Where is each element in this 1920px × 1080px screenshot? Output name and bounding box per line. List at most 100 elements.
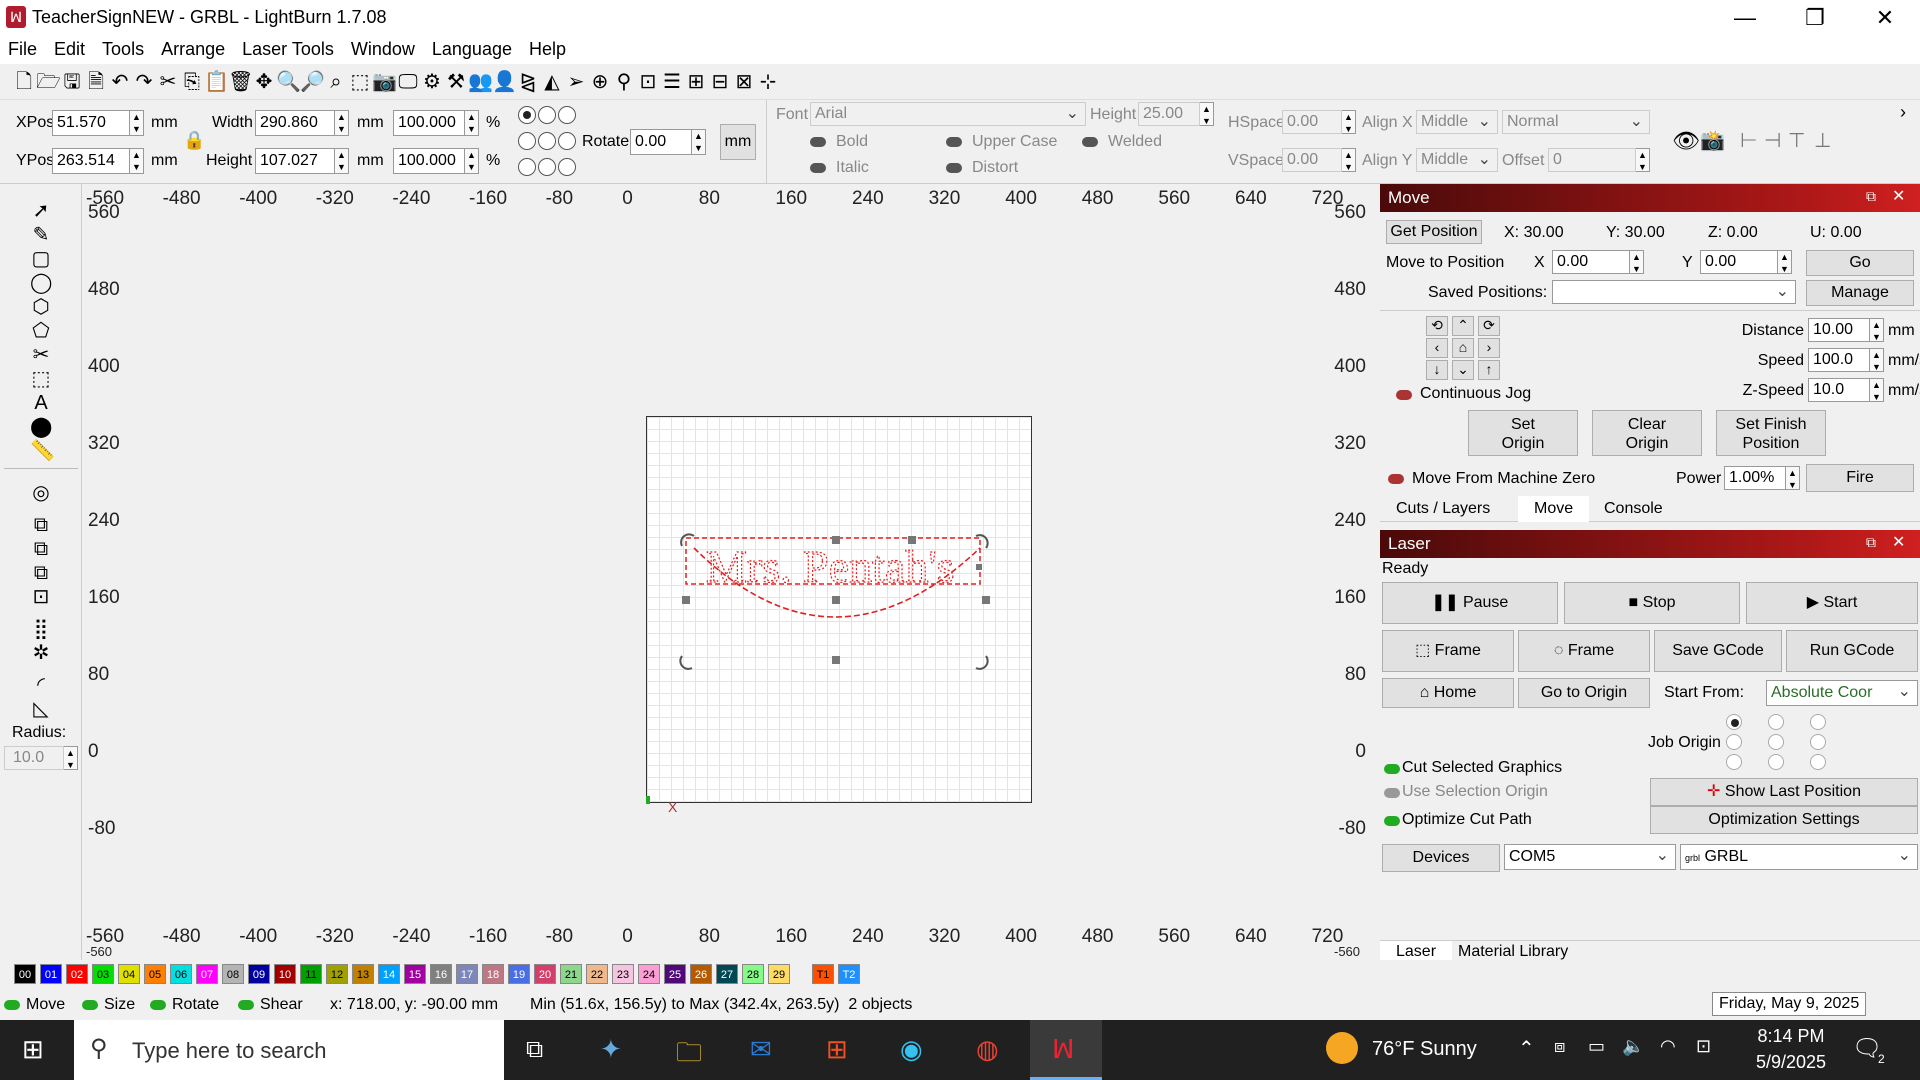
jog-z-up-icon[interactable]: ↑ [1478, 360, 1500, 380]
task-view-icon[interactable]: ⧉ [526, 1036, 543, 1064]
align-middle-icon[interactable]: ⊣ [1764, 128, 1781, 153]
set-finish-position-button[interactable]: Set Finish Position [1716, 410, 1826, 456]
zspeed-spin[interactable]: ▲ ▼ [1870, 378, 1884, 402]
measure-icon[interactable]: ⊡ [636, 68, 660, 96]
radius-spin[interactable]: ▲ ▼ [64, 746, 78, 770]
settings-icon[interactable]: ⚙ [420, 68, 444, 96]
palette-swatch[interactable]: 27 [716, 964, 738, 984]
handle-top-right-mid[interactable] [908, 536, 916, 544]
monitor-icon[interactable]: 🖵 [396, 68, 420, 96]
grid-array-icon[interactable]: ⣿ [30, 618, 52, 640]
shear-mode-toggle[interactable] [238, 1000, 254, 1010]
move-y-spin[interactable]: ▲ ▼ [1778, 250, 1792, 274]
port-select[interactable]: COM5 [1504, 844, 1676, 870]
vspace-spin[interactable]: ▲ ▼ [1342, 148, 1356, 172]
collapse-icon[interactable]: › [1900, 102, 1906, 123]
move-icon[interactable]: ✥ [252, 68, 276, 96]
tray-meet-icon[interactable]: ⧈ [1554, 1036, 1565, 1057]
palette-swatch[interactable]: 29 [768, 964, 790, 984]
hspace-spin[interactable]: ▲ ▼ [1342, 110, 1356, 134]
palette-swatch[interactable]: 16 [430, 964, 452, 984]
palette-swatch[interactable]: 11 [300, 964, 322, 984]
align-y-select[interactable]: Middle [1416, 148, 1498, 172]
save-icon[interactable]: 🖫 [60, 68, 84, 96]
job-origin-radio[interactable] [1810, 734, 1826, 750]
rotate-input[interactable] [630, 129, 692, 155]
jog-z-down-icon[interactable]: ↓ [1426, 360, 1448, 380]
device-select[interactable]: grbl GRBL [1680, 844, 1918, 870]
outlook-icon[interactable]: ✉ [750, 1034, 772, 1065]
hspace-input[interactable]: 0.00 [1282, 110, 1342, 134]
anchor-radio-tc[interactable] [538, 106, 556, 124]
rotate-spin[interactable]: ▲ ▼ [692, 129, 706, 155]
palette-swatch[interactable]: T2 [838, 964, 860, 984]
restore-button[interactable]: ❐ [1780, 2, 1850, 34]
zoom-out-icon[interactable]: 🔎 [300, 68, 325, 96]
zspeed-input[interactable] [1808, 378, 1870, 402]
palette-swatch[interactable]: 17 [456, 964, 478, 984]
weld-icon[interactable]: ⊡ [30, 586, 52, 608]
save-gcode-button[interactable]: Save GCode [1654, 630, 1782, 672]
go-to-origin-button[interactable]: Go to Origin [1518, 678, 1650, 708]
group-icon[interactable]: 👥 [468, 68, 493, 96]
pause-button[interactable]: ❚❚ Pause [1382, 582, 1558, 624]
corner-round-icon[interactable]: ◜ [30, 674, 52, 696]
tray-chevron-icon[interactable]: ⌃ [1518, 1036, 1535, 1061]
palette-swatch[interactable]: 23 [612, 964, 634, 984]
close-panel-icon[interactable]: ✕ [1892, 186, 1905, 206]
radius-input[interactable]: 10.0 [4, 746, 64, 770]
camera-capture-icon[interactable]: 📸 [1700, 128, 1725, 153]
rotate-handle-tl[interactable] [680, 533, 695, 547]
send-icon[interactable]: ➢ [564, 68, 588, 96]
palette-swatch[interactable]: 18 [482, 964, 504, 984]
start-from-select[interactable]: Absolute Coor [1766, 680, 1918, 706]
move-y-input[interactable] [1700, 250, 1778, 274]
power-input[interactable] [1724, 466, 1786, 490]
float-laser-panel-icon[interactable]: ⧉ [1866, 534, 1876, 551]
edit-nodes-icon[interactable]: ⬠ [30, 320, 52, 342]
palette-swatch[interactable]: 07 [196, 964, 218, 984]
vspace-input[interactable]: 0.00 [1282, 148, 1342, 172]
new-file-icon[interactable]: 🗋 [12, 68, 36, 96]
menu-tools[interactable]: Tools [94, 36, 153, 60]
windows-start-icon[interactable]: ⊞ [22, 1036, 44, 1062]
handle-center[interactable] [832, 596, 840, 604]
palette-swatch[interactable]: 10 [274, 964, 296, 984]
menu-window[interactable]: Window [343, 36, 424, 60]
align-icon[interactable]: ☰ [660, 68, 684, 96]
align-left-icon[interactable]: ⊢ [1740, 128, 1757, 153]
rectangle-tool-icon[interactable]: ▢ [30, 248, 52, 270]
power-spin[interactable]: ▲ ▼ [1786, 466, 1800, 490]
circular-array-icon[interactable]: ✲ [30, 642, 52, 664]
align-bottom-icon[interactable]: ⊥ [1814, 128, 1831, 153]
offset-tool-icon[interactable]: ◎ [30, 482, 52, 504]
frame-circle-button[interactable]: ◌ Frame [1518, 630, 1650, 672]
get-position-button[interactable]: Get Position [1386, 220, 1482, 244]
palette-swatch[interactable]: 06 [170, 964, 192, 984]
menu-language[interactable]: Language [424, 36, 521, 60]
frame-button[interactable]: ⬚ Frame [1382, 630, 1514, 672]
menu-edit[interactable]: Edit [46, 36, 94, 60]
home-button[interactable]: ⌂ Home [1382, 678, 1514, 708]
font-select[interactable]: Arial [810, 102, 1086, 126]
xpos-input[interactable] [52, 110, 130, 136]
volume-icon[interactable]: 🔈 [1622, 1036, 1644, 1057]
zoom-selection-icon[interactable]: ⬚ [348, 68, 372, 96]
jog-home-icon[interactable]: ⌂ [1452, 338, 1474, 358]
undo-icon[interactable]: ↶ [108, 68, 132, 96]
job-origin-radio[interactable] [1810, 754, 1826, 770]
pen-tool-icon[interactable]: ✎ [30, 224, 52, 246]
ungroup-icon[interactable]: 👤 [492, 68, 517, 96]
upper-case-toggle[interactable] [946, 137, 962, 147]
jog-rotate-cw-icon[interactable]: ⟳ [1478, 316, 1500, 336]
use-selection-origin-toggle[interactable] [1384, 788, 1400, 798]
delete-icon[interactable]: 🗑 [228, 68, 253, 96]
palette-swatch[interactable]: 26 [690, 964, 712, 984]
stop-button[interactable]: ■ Stop [1564, 582, 1740, 624]
menu-laser-tools[interactable]: Laser Tools [234, 36, 343, 60]
optimization-settings-button[interactable]: Optimization Settings [1650, 806, 1918, 834]
rotate-handle-tr[interactable] [975, 534, 989, 549]
ypos-spin[interactable]: ▲ ▼ [130, 148, 144, 174]
text-mode-select[interactable]: Normal [1502, 110, 1650, 134]
devices-button[interactable]: Devices [1382, 844, 1500, 872]
